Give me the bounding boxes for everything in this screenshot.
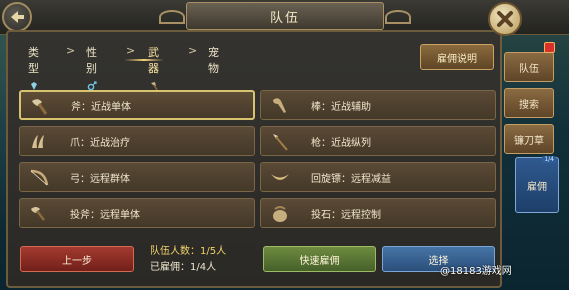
- breadcrumb-gender-label: 性别: [86, 46, 97, 75]
- back-arrow-icon: [11, 11, 24, 23]
- breadcrumb-pet-label: 宠物: [208, 46, 219, 75]
- weapon-option-grid: 斧：近战单体 棒：近战辅助 爪：近战治疗 枪：近战纵列 弓：远程群体 回旋镖：远…: [19, 90, 496, 228]
- club-icon: [273, 98, 286, 113]
- breadcrumb-type-label: 类型: [28, 46, 39, 75]
- boomerang-icon: [271, 174, 289, 180]
- claw-icon: [32, 135, 44, 148]
- side-tab-search[interactable]: 搜索: [504, 88, 554, 118]
- breadcrumb-weapon[interactable]: 武器: [148, 44, 159, 91]
- option-stone[interactable]: 投石：远程控制: [260, 198, 496, 228]
- team-setup-panel: 类型 > 性别 > 武器 > 宠物 雇佣说明 斧：近战单体 棒：近战辅助 爪：近…: [6, 30, 502, 288]
- option-spear-label: 枪：近战纵列: [311, 137, 371, 149]
- party-info: 队伍人数：1/5人 已雇佣：1/4人: [150, 244, 226, 276]
- spear-icon: [273, 134, 288, 151]
- breadcrumb-pet[interactable]: 宠物: [208, 44, 219, 76]
- side-tab-hire[interactable]: 1/4 雇佣: [515, 156, 559, 213]
- quick-hire-button[interactable]: 快速雇佣: [263, 246, 376, 272]
- option-club-label: 棒：近战辅助: [311, 101, 371, 113]
- breadcrumb-gender[interactable]: 性别: [86, 44, 97, 91]
- breadcrumb-type[interactable]: 类型: [28, 44, 39, 91]
- hire-info-button[interactable]: 雇佣说明: [420, 44, 494, 70]
- page-title: 队伍: [269, 10, 300, 26]
- side-tab-search-label: 搜索: [519, 99, 539, 111]
- option-throwing-axe-label: 投斧：远程单体: [70, 209, 140, 221]
- option-spear[interactable]: 枪：近战纵列: [260, 126, 496, 156]
- previous-step-button[interactable]: 上一步: [20, 246, 134, 272]
- option-boomerang-label: 回旋镖：远程减益: [311, 173, 391, 185]
- option-bow-label: 弓：远程群体: [70, 173, 130, 185]
- active-step-underline: [124, 59, 164, 61]
- axe-icon: [32, 99, 48, 115]
- stone-icon: [273, 206, 287, 222]
- close-icon: [497, 11, 513, 27]
- breadcrumb-separator: >: [66, 44, 76, 57]
- watermark: @18183游戏网: [440, 266, 512, 277]
- party-count: 队伍人数：1/5人: [150, 246, 227, 257]
- option-bow[interactable]: 弓：远程群体: [19, 162, 255, 192]
- breadcrumb-separator: >: [126, 44, 136, 57]
- breadcrumb-separator: >: [188, 44, 198, 57]
- side-tab-hire-label: 雇佣: [527, 181, 547, 193]
- side-tab-team[interactable]: 队伍: [504, 52, 554, 82]
- side-tab-sickle-grass[interactable]: 镰刀草: [504, 124, 554, 154]
- option-axe-label: 斧：近战单体: [71, 101, 131, 113]
- hired-count: 已雇佣：1/4人: [150, 262, 217, 273]
- side-tab-team-label: 队伍: [519, 63, 539, 75]
- option-throwing-axe[interactable]: 投斧：远程单体: [19, 198, 255, 228]
- notification-badge: [544, 42, 555, 53]
- option-claw[interactable]: 爪：近战治疗: [19, 126, 255, 156]
- back-button[interactable]: [2, 2, 32, 32]
- title-plate: 队伍: [159, 2, 411, 30]
- hire-tab-badge: 1/4: [542, 156, 556, 163]
- bow-icon: [30, 169, 49, 186]
- option-boomerang[interactable]: 回旋镖：远程减益: [260, 162, 496, 192]
- side-tab-sickle-grass-label: 镰刀草: [514, 135, 544, 147]
- close-button[interactable]: [488, 2, 522, 36]
- option-claw-label: 爪：近战治疗: [70, 137, 130, 149]
- option-club[interactable]: 棒：近战辅助: [260, 90, 496, 120]
- option-stone-label: 投石：远程控制: [311, 209, 381, 221]
- throwing-axe-icon: [31, 207, 45, 221]
- option-axe[interactable]: 斧：近战单体: [19, 90, 255, 120]
